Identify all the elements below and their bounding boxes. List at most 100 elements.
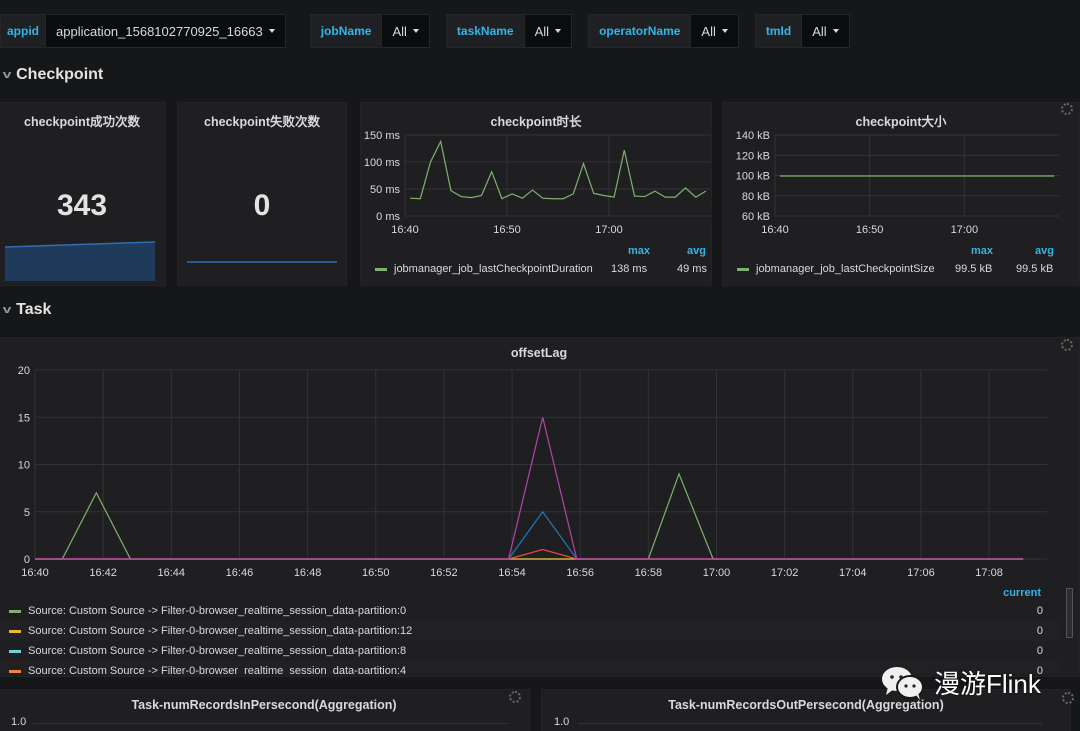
legend-max-value: 138 ms [611, 263, 648, 275]
y-tick-label: 80 kB [742, 191, 770, 203]
legend-series-name: Source: Custom Source -> Filter-0-browse… [28, 605, 407, 617]
panel-checkpoint-size: checkpoint大小 60 kB 80 kB 100 kB 120 kB 140 k… [722, 102, 1080, 286]
sparkline-fill [5, 242, 155, 281]
y-tick-label: 60 kB [742, 211, 770, 223]
legend-header-avg[interactable]: avg [687, 245, 706, 257]
y-tick-label: 1.0 [554, 716, 570, 728]
variable-label: operatorName [588, 14, 691, 48]
y-tick-label: 100 ms [364, 157, 401, 169]
series-line [35, 548, 1024, 560]
variable-value: All [701, 23, 716, 39]
chart-checkpoint-duration[interactable]: 0 ms 50 ms 100 ms 150 ms 16:40 16:50 17:00 [361, 103, 713, 243]
variable-value: All [812, 23, 827, 39]
legend-series-name: Source: Custom Source -> Filter-0-browse… [28, 645, 407, 657]
watermark-text: 漫游Flink [934, 669, 1041, 699]
legend-header-current[interactable]: current [1003, 587, 1041, 599]
x-tick-label: 16:58 [635, 567, 663, 579]
watermark: 漫游Flink [880, 664, 1041, 701]
legend-item[interactable]: jobmanager_job_lastCheckpointDuration [375, 263, 593, 275]
chart-offsetlag[interactable]: 0 5 10 15 20 16:40 16:42 16:44 16:46 16:48 16:50 16… [0, 338, 1059, 583]
x-tick-label: 17:06 [907, 567, 935, 579]
gridline [33, 723, 509, 724]
variable-label: jobName [309, 14, 382, 48]
row-title: Task [16, 301, 52, 318]
legend-swatch [9, 649, 21, 653]
x-tick-label: 16:50 [856, 224, 884, 236]
y-tick-label: 20 [18, 365, 30, 377]
legend-item[interactable]: Source: Custom Source -> Filter-0-browse… [0, 621, 1061, 641]
variable-label: appid [0, 14, 45, 48]
panel-checkpoint-duration: checkpoint时长 0 ms 50 ms 100 ms 150 ms 16:40 1… [360, 102, 712, 286]
caret-down-icon [268, 29, 275, 33]
legend-max-value: 99.5 kB [955, 263, 993, 275]
caret-down-icon [832, 29, 839, 33]
legend-swatch [375, 267, 387, 271]
loading-spinner-icon [1062, 692, 1074, 704]
legend-current-value: 0 [1036, 605, 1043, 617]
variable-label: tmId [754, 14, 802, 48]
panel-title[interactable]: checkpoint成功次数 [0, 111, 165, 130]
legend-header-max[interactable]: max [628, 245, 650, 257]
x-tick-label: 17:00 [595, 224, 623, 236]
row-header-checkpoint[interactable]: v Checkpoint [2, 66, 103, 84]
sparkline-success [5, 241, 156, 281]
y-tick-label: 10 [18, 460, 30, 472]
legend-swatch [9, 629, 21, 633]
wechat-icon [882, 666, 924, 700]
y-tick-label: 5 [24, 507, 30, 519]
legend-swatch [9, 669, 21, 673]
variable-dropdown-taskname[interactable]: All [523, 14, 573, 48]
y-tick-label: 100 kB [736, 171, 770, 183]
y-tick-label: 0 [24, 554, 30, 566]
chart-checkpoint-size[interactable]: 60 kB 80 kB 100 kB 120 kB 140 kB 16:40 16:50 17… [723, 103, 1080, 243]
panel-offsetlag: offsetLag 0 5 10 15 20 16:40 16:42 16:44 16:46 16… [0, 337, 1080, 677]
y-tick-label: 15 [18, 412, 30, 424]
legend-swatch [9, 609, 21, 613]
x-tick-label: 16:42 [89, 567, 117, 579]
x-tick-label: 16:46 [226, 567, 254, 579]
legend-item[interactable]: Source: Custom Source -> Filter-0-browse… [0, 601, 1061, 621]
y-tick-label: 140 kB [736, 130, 770, 142]
variable-dropdown-appid[interactable]: application_1568102770925_16663 [45, 14, 286, 48]
x-tick-label: 17:00 [703, 567, 731, 579]
y-tick-label: 50 ms [370, 184, 400, 196]
series-line [35, 472, 1024, 560]
panel-title[interactable]: checkpoint失败次数 [178, 111, 346, 130]
variable-dropdown-jobname[interactable]: All [381, 14, 430, 48]
legend-item[interactable]: jobmanager_job_lastCheckpointSize [737, 263, 935, 275]
loading-spinner-icon [1061, 339, 1073, 351]
legend-scrollbar[interactable] [1066, 588, 1073, 638]
legend-current-value: 0 [1036, 625, 1043, 637]
variable-value: All [392, 23, 407, 39]
caret-down-icon [555, 29, 562, 33]
variable-dropdown-operatorname[interactable]: All [690, 14, 739, 48]
singlestat-value: 343 [56, 189, 108, 222]
y-tick-label: 150 ms [364, 130, 401, 142]
variable-jobname: jobName All [309, 14, 430, 48]
x-tick-label: 16:44 [158, 567, 186, 579]
legend-series-name: jobmanager_job_lastCheckpointDuration [394, 263, 593, 275]
chevron-down-icon: v [2, 304, 12, 316]
legend-header-avg[interactable]: avg [1035, 245, 1054, 257]
x-tick-label: 16:50 [493, 224, 521, 236]
variable-taskname: taskName All [445, 14, 573, 48]
legend-current-value: 0 [1036, 645, 1043, 657]
x-tick-label: 17:00 [951, 224, 979, 236]
panel-records-in: Task-numRecordsInPersecond(Aggregation) … [0, 689, 530, 731]
variable-bar: appid application_1568102770925_16663 jo… [0, 14, 850, 48]
legend-item[interactable]: Source: Custom Source -> Filter-0-browse… [0, 641, 1061, 661]
legend-avg-value: 49 ms [677, 263, 707, 275]
variable-label: taskName [445, 14, 524, 48]
variable-value: All [534, 23, 550, 39]
variable-dropdown-tmid[interactable]: All [801, 14, 850, 48]
x-tick-label: 16:52 [430, 567, 458, 579]
chevron-down-icon: v [2, 69, 12, 81]
x-tick-label: 17:04 [839, 567, 867, 579]
panel-checkpoint-success: checkpoint成功次数 343 [0, 102, 166, 286]
legend-header-max[interactable]: max [971, 245, 993, 257]
x-tick-label: 16:40 [391, 224, 419, 236]
row-header-task[interactable]: v Task [2, 301, 52, 319]
legend-series-name: jobmanager_job_lastCheckpointSize [756, 263, 935, 275]
panel-title[interactable]: Task-numRecordsInPersecond(Aggregation) [0, 698, 529, 712]
x-tick-label: 16:40 [761, 224, 789, 236]
